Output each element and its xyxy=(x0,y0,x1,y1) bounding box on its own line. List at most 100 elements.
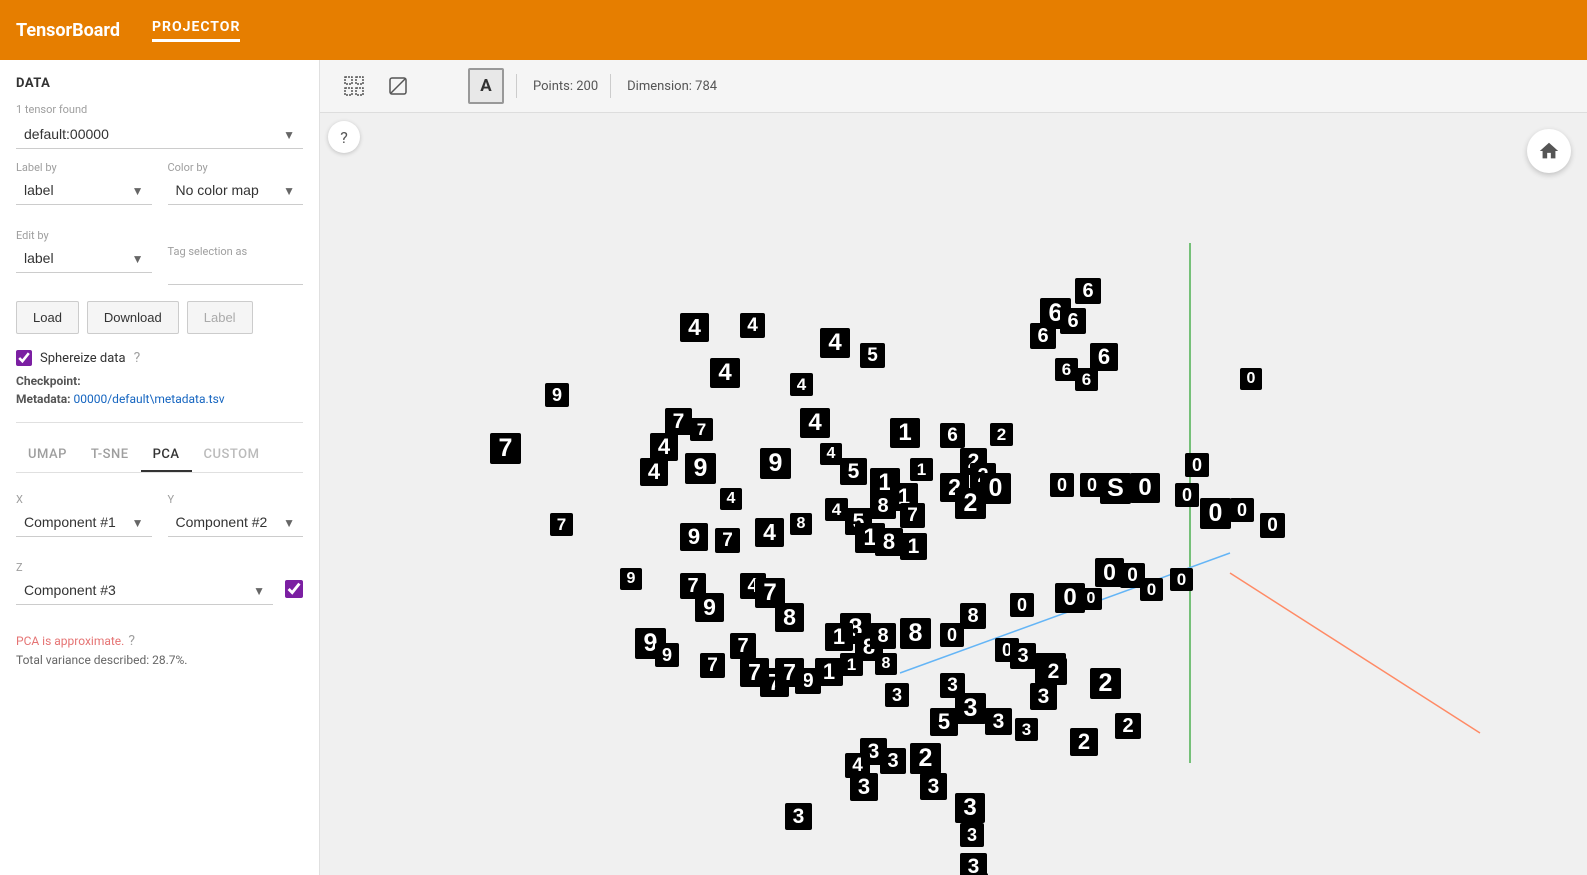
label-by-label: Label by xyxy=(16,161,152,174)
sphereize-checkbox[interactable] xyxy=(16,350,32,366)
digit-item: 1 xyxy=(825,623,853,651)
digit-item: 1 xyxy=(840,653,863,676)
digit-item: 0 xyxy=(1240,368,1262,390)
digit-item: 8 xyxy=(900,618,931,649)
digit-item: 7 xyxy=(490,433,521,464)
color-by-select[interactable]: No color map xyxy=(168,176,304,205)
z-enable-checkbox[interactable] xyxy=(285,580,303,598)
sphereize-label: Sphereize data xyxy=(40,351,126,366)
tensor-select-wrapper: default:00000 ▼ xyxy=(16,120,303,149)
digit-item: 3 xyxy=(960,823,984,847)
action-button-row: Load Download Label xyxy=(16,301,303,334)
digit-item: 3 xyxy=(1015,718,1038,741)
digit-item: 0 xyxy=(1170,568,1193,591)
tab-tsne[interactable]: T-SNE xyxy=(79,439,141,472)
night-mode-btn[interactable] xyxy=(424,68,460,104)
digit-item: 3 xyxy=(985,708,1012,735)
nav-projector[interactable]: PROJECTOR xyxy=(152,19,240,42)
sidebar-divider xyxy=(16,422,303,423)
x-select-wrapper: Component #1 ▼ xyxy=(16,508,152,537)
tab-umap[interactable]: UMAP xyxy=(16,439,79,472)
digit-item: 1 xyxy=(900,533,927,560)
digit-item: 4 xyxy=(740,313,765,338)
y-select[interactable]: Component #2 xyxy=(168,508,304,537)
select-lasso-btn[interactable] xyxy=(380,68,416,104)
digit-item: 3 xyxy=(885,683,909,707)
digit-item: 6 xyxy=(1090,343,1118,371)
digit-item: 4 xyxy=(720,488,742,510)
metadata-value[interactable]: 00000/default\metadata.tsv xyxy=(74,392,225,406)
checkpoint-label: Checkpoint: xyxy=(16,374,81,388)
tensor-count: 1 tensor found xyxy=(16,103,303,116)
z-select[interactable]: Component #3 xyxy=(16,576,273,605)
digit-item: 6 xyxy=(1060,308,1086,334)
select-box-btn[interactable] xyxy=(336,68,372,104)
header: TensorBoard PROJECTOR xyxy=(0,0,1587,60)
digit-item: 4 xyxy=(640,458,668,486)
load-button[interactable]: Load xyxy=(16,301,79,334)
digit-item: 7 xyxy=(755,578,785,608)
sidebar: DATA 1 tensor found default:00000 ▼ Labe… xyxy=(0,60,320,875)
tab-pca[interactable]: PCA xyxy=(141,439,192,472)
edit-row: Edit by label ▼ Tag selection as xyxy=(16,229,303,285)
digit-item: 4 xyxy=(680,313,709,342)
digit-item: 1 xyxy=(815,658,843,686)
color-by-col: Color by No color map ▼ xyxy=(168,161,304,217)
label-by-col: Label by label ▼ xyxy=(16,161,152,217)
digit-item: 4 xyxy=(800,408,830,438)
digit-item: 7 xyxy=(665,408,692,435)
tensor-select[interactable]: default:00000 xyxy=(16,120,303,149)
sphereize-help-icon[interactable]: ? xyxy=(134,350,141,366)
variance-note: Total variance described: 28.7%. xyxy=(16,653,303,667)
digit-item: 7 xyxy=(775,658,804,687)
edit-by-col: Edit by label ▼ xyxy=(16,229,152,285)
digit-item: 4 xyxy=(820,328,850,358)
label-button[interactable]: Label xyxy=(187,301,253,334)
tab-custom[interactable]: CUSTOM xyxy=(192,439,272,472)
digit-item: 5 xyxy=(840,458,867,485)
digit-item: 3 xyxy=(785,803,812,830)
digit-item: 4 xyxy=(755,518,784,547)
digit-item: 0 xyxy=(1050,473,1074,497)
digit-item: 3 xyxy=(850,773,878,801)
x-label: X xyxy=(16,493,152,506)
digit-item: 0 xyxy=(1200,498,1231,529)
download-button[interactable]: Download xyxy=(87,301,179,334)
tag-selection-input[interactable] xyxy=(168,260,304,285)
z-label: Z xyxy=(16,561,273,574)
digit-item: 0 xyxy=(1080,588,1102,610)
main-area: A Points: 200 Dimension: 784 ? xyxy=(320,60,1587,875)
digit-item: 5 xyxy=(860,343,885,368)
digit-item: 9 xyxy=(620,568,642,590)
digit-item: 6 xyxy=(1075,368,1098,391)
color-by-select-wrapper: No color map ▼ xyxy=(168,176,304,205)
digit-item: 7 xyxy=(715,528,740,553)
x-axis-col: X Component #1 ▼ xyxy=(16,493,152,549)
digit-item: 2 xyxy=(990,423,1013,446)
digit-item: 3 xyxy=(1010,643,1036,669)
edit-by-select[interactable]: label xyxy=(16,244,152,273)
digit-item: 5 xyxy=(930,708,958,736)
viz-area: ? 44454466666660977447499416245181721207… xyxy=(320,113,1587,875)
sphereize-row: Sphereize data ? xyxy=(16,350,303,366)
edit-by-select-wrapper: label ▼ xyxy=(16,244,152,273)
x-select[interactable]: Component #1 xyxy=(16,508,152,537)
method-tabs: UMAP T-SNE PCA CUSTOM xyxy=(16,439,303,473)
digit-item: 0 xyxy=(1130,473,1160,503)
digit-item: 6 xyxy=(940,423,965,448)
digit-item: 1 xyxy=(890,418,920,448)
digit-item: 3 xyxy=(920,773,947,800)
digit-item: 0 xyxy=(1260,513,1285,538)
label-btn[interactable]: A xyxy=(468,68,504,104)
label-by-select[interactable]: label xyxy=(16,176,152,205)
digit-item: 9 xyxy=(685,453,716,484)
digit-item: 7 xyxy=(690,418,713,441)
digit-item: 8 xyxy=(870,623,896,649)
digit-item: 2 xyxy=(1040,658,1067,685)
digit-item: 8 xyxy=(875,528,903,556)
pca-approximate-text: PCA is approximate. xyxy=(16,634,124,648)
metadata-row: Metadata: 00000/default\metadata.tsv xyxy=(16,392,303,406)
pca-help-icon[interactable]: ? xyxy=(128,633,135,649)
digit-item: 3 xyxy=(880,748,906,774)
xy-axis-row: X Component #1 ▼ Y Component #2 ▼ xyxy=(16,493,303,549)
